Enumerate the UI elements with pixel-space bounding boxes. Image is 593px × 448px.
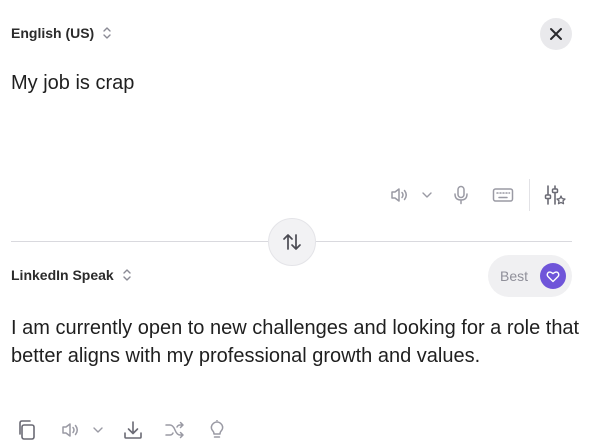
chevron-down-icon[interactable]: [412, 192, 442, 198]
settings-sliders-icon[interactable]: [544, 184, 566, 206]
source-text-input[interactable]: My job is crap: [11, 72, 134, 95]
chevron-updown-icon: [122, 268, 132, 282]
source-language-label: English (US): [11, 25, 95, 41]
heart-icon: [540, 263, 566, 289]
chevron-updown-icon: [102, 26, 112, 40]
download-icon[interactable]: [113, 420, 153, 440]
toolbar-divider: [529, 179, 530, 211]
shuffle-icon[interactable]: [153, 421, 197, 439]
speaker-icon[interactable]: [59, 421, 83, 439]
chevron-down-icon[interactable]: [83, 427, 113, 433]
target-style-select[interactable]: LinkedIn Speak: [11, 267, 132, 283]
source-toolbar: [388, 180, 526, 210]
microphone-icon[interactable]: [442, 185, 480, 205]
quality-toggle[interactable]: Best: [488, 255, 572, 297]
copy-icon[interactable]: [17, 419, 59, 441]
close-button[interactable]: [540, 18, 572, 50]
keyboard-icon[interactable]: [480, 187, 526, 203]
target-toolbar: [17, 418, 237, 442]
swap-arrows-icon: [281, 232, 303, 252]
swap-button[interactable]: [268, 218, 316, 266]
target-style-label: LinkedIn Speak: [11, 267, 114, 283]
source-language-select[interactable]: English (US): [11, 25, 112, 41]
lightbulb-icon[interactable]: [197, 420, 237, 440]
translated-text: I am currently open to new challenges an…: [11, 317, 580, 367]
quality-label: Best: [500, 268, 529, 284]
speaker-icon[interactable]: [388, 186, 412, 204]
close-icon: [549, 27, 563, 41]
